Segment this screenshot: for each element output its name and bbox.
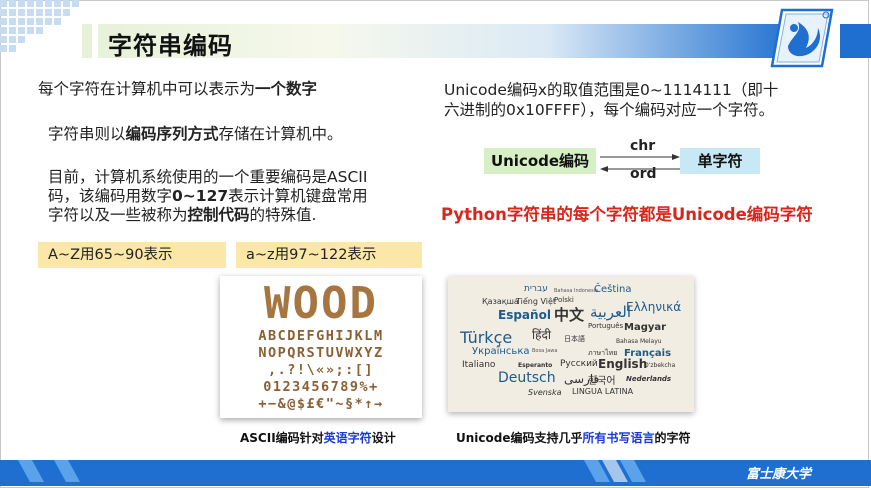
lang-word: Deutsch: [498, 370, 556, 386]
python-unicode-highlight: Python字符串的每个字符都是Unicode编码字符: [441, 205, 813, 224]
title-accent: [92, 24, 98, 58]
ascii-line-2-pre: 码，该编码用数字: [48, 187, 173, 205]
ascii-line-1: 目前，计算机系统使用的一个重要编码是ASCII: [48, 168, 368, 186]
lang-word: हिंदी: [532, 328, 551, 342]
lang-word: 한국어: [588, 376, 616, 387]
lang-word: Nederlands: [626, 375, 672, 383]
ascii-range-bold: 0~127: [172, 187, 229, 205]
encoding-text-post: 存储在计算机中。: [218, 125, 343, 143]
ascii-line-3: 字符以及一些被称为控制代码的特殊值.: [48, 206, 428, 225]
lang-word: Português: [588, 322, 624, 330]
lang-word: English: [598, 357, 648, 371]
ascii-caption: ASCII编码针对英语字符设计: [240, 429, 396, 446]
ascii-caption-post: 设计: [371, 431, 396, 445]
ascii-line-3-pre: 字符以及一些被称为: [48, 206, 188, 224]
lang-word: Bahasa Melayu: [616, 338, 662, 345]
wood-font-image: WOOD ABCDEFGHIJKLM NOPQRSTUVWXYZ ,.?!\«»…: [220, 276, 422, 418]
lang-word: Türkçe: [460, 328, 513, 347]
wood-row: 0123456789%+: [263, 379, 379, 395]
lowercase-range-tag: a~z用97~122表示: [236, 242, 422, 268]
intro-text: 每个字符在计算机中可以表示为一个数字: [38, 80, 317, 99]
lang-word: Українська: [472, 346, 530, 357]
encoding-sequence-text: 字符串则以编码序列方式存储在计算机中。: [48, 125, 343, 144]
footer-right-decoration: [584, 460, 646, 482]
title-bar-end: [840, 24, 871, 58]
ascii-caption-highlight: 英语字符: [323, 431, 372, 445]
single-char-box: 单字符: [680, 148, 760, 174]
lang-word: Ελληνικά: [626, 300, 682, 314]
ascii-line-2: 码，该编码用数字0~127表示计算机键盘常用: [48, 187, 428, 206]
lang-word: Čeština: [594, 284, 632, 295]
unicode-paragraph: Unicode编码x的取值范围是0~1114111（即十 六进制的0x10FFF…: [444, 80, 844, 120]
ascii-line-3-post: 的特殊值.: [249, 206, 317, 224]
ascii-caption-pre: ASCII编码针对: [240, 431, 324, 445]
lang-word: O'zbekcha: [644, 362, 676, 369]
intro-text-plain: 每个字符在计算机中可以表示为: [38, 80, 256, 98]
conversion-arrows-icon: [600, 154, 680, 172]
unicode-caption-pre: Unicode编码支持几乎: [456, 431, 583, 445]
unicode-caption-post: 的字符: [654, 431, 691, 445]
lang-word: Қазақша: [482, 297, 519, 306]
lang-word: עברית: [524, 284, 548, 294]
corner-decoration: [0, 0, 79, 52]
lang-word: Italiano: [462, 360, 496, 370]
intro-text-bold: 一个数字: [255, 80, 318, 98]
university-logo-icon: [770, 8, 834, 68]
lang-word: Svenska: [528, 388, 562, 397]
wood-title: WOOD: [264, 278, 378, 329]
wood-row: +−&@$£€"~§*↑→: [258, 396, 384, 412]
encoding-text-bold: 编码序列方式: [125, 125, 219, 143]
unicode-line-2: 六进制的0x10FFFF），每个编码对应一个字符。: [444, 101, 775, 119]
lang-word: LINGUA LATINA: [572, 387, 634, 396]
lang-word: Polski: [554, 296, 574, 304]
page-title: 字符串编码: [108, 32, 233, 60]
lang-word: Русский: [560, 359, 598, 369]
lang-word: العربية: [590, 303, 631, 321]
unicode-caption-highlight: 所有书写语言: [582, 431, 655, 445]
unicode-code-box: Unicode编码: [484, 148, 596, 174]
ascii-line-2-post: 表示计算机键盘常用: [228, 187, 368, 205]
lang-word: Bahasa Indonesia: [554, 288, 599, 294]
control-code-bold: 控制代码: [187, 206, 250, 224]
encoding-text-pre: 字符串则以: [48, 125, 126, 143]
ascii-paragraph: 目前，计算机系统使用的一个重要编码是ASCII 码，该编码用数字0~127表示计…: [48, 168, 428, 225]
lang-word: 日本語: [564, 335, 585, 343]
languages-image: עברית Bahasa Indonesia Čeština Қазақша T…: [448, 276, 694, 412]
wood-glyph-grid: ABCDEFGHIJKLM NOPQRSTUVWXYZ ,.?!\«»;:[] …: [220, 328, 422, 413]
unicode-caption: Unicode编码支持几乎所有书写语言的字符: [456, 429, 691, 446]
lang-word: 中文: [554, 306, 585, 324]
uppercase-range-tag: A~Z用65~90表示: [38, 242, 226, 268]
footer-bar: [0, 460, 871, 486]
unicode-line-1: Unicode编码x的取值范围是0~1114111（即十: [444, 81, 779, 99]
footer-left-decoration: [0, 460, 80, 482]
lang-word: Bosa Jawa: [532, 348, 558, 354]
lang-word: Magyar: [624, 322, 667, 333]
wood-row: ,.?!\«»;:[]: [268, 362, 374, 378]
lang-word: Español: [498, 308, 551, 322]
lang-word: Esperanto: [518, 362, 553, 369]
wood-row: NOPQRSTUVWXYZ: [258, 345, 384, 361]
footer-university-name: 富士康大学: [745, 467, 811, 482]
wood-row: ABCDEFGHIJKLM: [258, 328, 384, 344]
lang-word: Tiếng Việt: [516, 297, 557, 306]
